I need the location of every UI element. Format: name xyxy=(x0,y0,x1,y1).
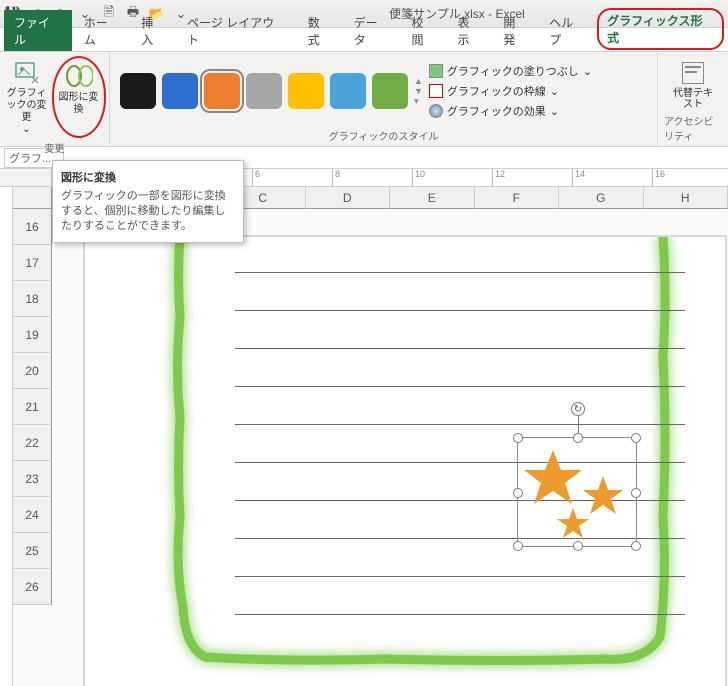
tab-data[interactable]: データ xyxy=(344,10,400,51)
resize-handle[interactable] xyxy=(631,488,641,498)
convert-to-shape-label: 図形に変換 xyxy=(58,92,100,116)
vertical-ruler[interactable] xyxy=(0,187,13,686)
row-header[interactable]: 23 xyxy=(13,461,52,497)
row-header[interactable]: 21 xyxy=(13,389,52,425)
tab-graphics-format[interactable]: グラフィックス形式 xyxy=(597,8,724,50)
row-header[interactable]: 20 xyxy=(13,353,52,389)
tooltip-body: グラフィックの一部を図形に変換すると、個別に移動したり編集したりすることができま… xyxy=(61,189,235,234)
chevron-down-icon: ⌄ xyxy=(550,85,559,98)
stationery-line xyxy=(235,424,685,425)
style-swatch[interactable] xyxy=(330,73,366,109)
row-header[interactable]: 17 xyxy=(13,245,52,281)
group-label-change: 変更 xyxy=(45,138,65,158)
resize-handle[interactable] xyxy=(573,433,583,443)
graphic-fill-label: グラフィックの塗りつぶし xyxy=(447,63,579,79)
stationery-line xyxy=(235,386,685,387)
tab-developer[interactable]: 開発 xyxy=(493,10,537,51)
selected-graphic-bounding-box[interactable]: ↻ xyxy=(517,437,637,547)
gallery-down-icon[interactable]: ▼ xyxy=(414,86,423,96)
style-swatch[interactable] xyxy=(246,73,282,109)
grid-area[interactable]: ↻ xyxy=(13,187,728,686)
row-header[interactable]: 19 xyxy=(13,317,52,353)
stationery-line xyxy=(235,614,685,615)
style-swatch[interactable] xyxy=(372,73,408,109)
tab-page-layout[interactable]: ページ レイアウト xyxy=(177,10,296,51)
ribbon-tabs: ファイル ホーム 挿入 ページ レイアウト 数式 データ 校閲 表示 開発 ヘル… xyxy=(0,28,728,52)
outline-icon xyxy=(429,84,443,98)
graphic-effects-label: グラフィックの効果 xyxy=(447,103,546,119)
group-label-styles: グラフィックのスタイル xyxy=(329,126,439,146)
convert-to-shape-highlight: 図形に変換 xyxy=(52,56,106,138)
row-header[interactable]: 16 xyxy=(13,209,52,245)
graphic-effects-button[interactable]: グラフィックの効果 ⌄ xyxy=(429,102,592,120)
ribbon-group-change: グラフィックの変更 ⌄ 図形に変換 変更 xyxy=(0,52,110,146)
column-header[interactable]: G xyxy=(559,187,644,209)
resize-handle[interactable] xyxy=(631,433,641,443)
group-label-accessibility: アクセシビリティ xyxy=(664,111,722,146)
change-graphic-label: グラフィックの変更 xyxy=(6,88,48,124)
resize-handle[interactable] xyxy=(631,541,641,551)
stationery-line xyxy=(235,272,685,273)
row-headers: 1617181920212223242526 xyxy=(13,209,52,686)
convert-to-shape-icon xyxy=(65,62,93,90)
tab-home[interactable]: ホーム xyxy=(74,10,129,51)
resize-handle[interactable] xyxy=(513,433,523,443)
worksheet-area: 246810121416 ABCDEFGH 161718192021222324… xyxy=(0,169,728,686)
column-header[interactable]: F xyxy=(475,187,560,209)
resize-handle[interactable] xyxy=(513,488,523,498)
chevron-down-icon: ⌄ xyxy=(550,105,559,118)
tab-view[interactable]: 表示 xyxy=(447,10,491,51)
style-swatch[interactable] xyxy=(204,73,240,109)
stationery-line xyxy=(235,348,685,349)
ribbon-group-accessibility: 代替テキスト アクセシビリティ xyxy=(658,52,728,146)
ribbon-group-styles: ▲ ▼ ▾ グラフィックの塗りつぶし ⌄ グラフィックの枠線 ⌄ グラフィックの… xyxy=(110,52,658,146)
select-all-cell[interactable] xyxy=(13,187,52,209)
chevron-down-icon: ⌄ xyxy=(22,124,30,136)
change-graphic-button[interactable]: グラフィックの変更 ⌄ xyxy=(4,56,50,138)
row-header[interactable]: 24 xyxy=(13,497,52,533)
column-header[interactable]: H xyxy=(644,187,728,209)
tab-help[interactable]: ヘルプ xyxy=(539,10,595,51)
style-swatches xyxy=(116,56,412,126)
graphic-outline-label: グラフィックの枠線 xyxy=(447,83,546,99)
style-swatch[interactable] xyxy=(120,73,156,109)
tab-file[interactable]: ファイル xyxy=(4,10,72,51)
tooltip-convert-to-shape: 図形に変換 グラフィックの一部を図形に変換すると、個別に移動したり編集したりする… xyxy=(52,160,244,243)
page: ↻ xyxy=(85,237,725,686)
row-header[interactable]: 22 xyxy=(13,425,52,461)
tab-insert[interactable]: 挿入 xyxy=(131,10,175,51)
stars-graphic[interactable] xyxy=(518,438,638,548)
column-header[interactable]: E xyxy=(390,187,475,209)
alt-text-label: 代替テキスト xyxy=(673,88,713,110)
chevron-down-icon: ⌄ xyxy=(583,65,592,78)
tooltip-title: 図形に変換 xyxy=(61,169,235,185)
row-header[interactable]: 25 xyxy=(13,533,52,569)
row-header[interactable]: 18 xyxy=(13,281,52,317)
rotate-handle[interactable]: ↻ xyxy=(571,402,585,416)
ribbon: グラフィックの変更 ⌄ 図形に変換 変更 ▲ ▼ ▾ xyxy=(0,52,728,147)
stationery-line xyxy=(235,310,685,311)
alt-text-button[interactable]: 代替テキスト xyxy=(673,56,713,110)
fill-icon xyxy=(429,64,443,78)
gallery-up-icon[interactable]: ▲ xyxy=(414,76,423,86)
resize-handle[interactable] xyxy=(513,541,523,551)
alt-text-icon xyxy=(682,62,704,84)
ruler-corner xyxy=(0,169,52,187)
tab-formulas[interactable]: 数式 xyxy=(298,10,342,51)
convert-to-shape-button[interactable]: 図形に変換 xyxy=(56,60,102,118)
column-header[interactable]: D xyxy=(306,187,391,209)
tab-review[interactable]: 校閲 xyxy=(402,10,446,51)
row-header[interactable]: 26 xyxy=(13,569,52,605)
style-commands: グラフィックの塗りつぶし ⌄ グラフィックの枠線 ⌄ グラフィックの効果 ⌄ xyxy=(425,56,596,126)
graphic-outline-button[interactable]: グラフィックの枠線 ⌄ xyxy=(429,82,592,100)
change-graphic-icon xyxy=(13,58,41,86)
gallery-more-icon[interactable]: ▾ xyxy=(414,96,423,107)
effects-icon xyxy=(429,104,443,118)
style-swatch[interactable] xyxy=(288,73,324,109)
style-swatch[interactable] xyxy=(162,73,198,109)
graphic-fill-button[interactable]: グラフィックの塗りつぶし ⌄ xyxy=(429,62,592,80)
resize-handle[interactable] xyxy=(573,541,583,551)
stationery-line xyxy=(235,576,685,577)
